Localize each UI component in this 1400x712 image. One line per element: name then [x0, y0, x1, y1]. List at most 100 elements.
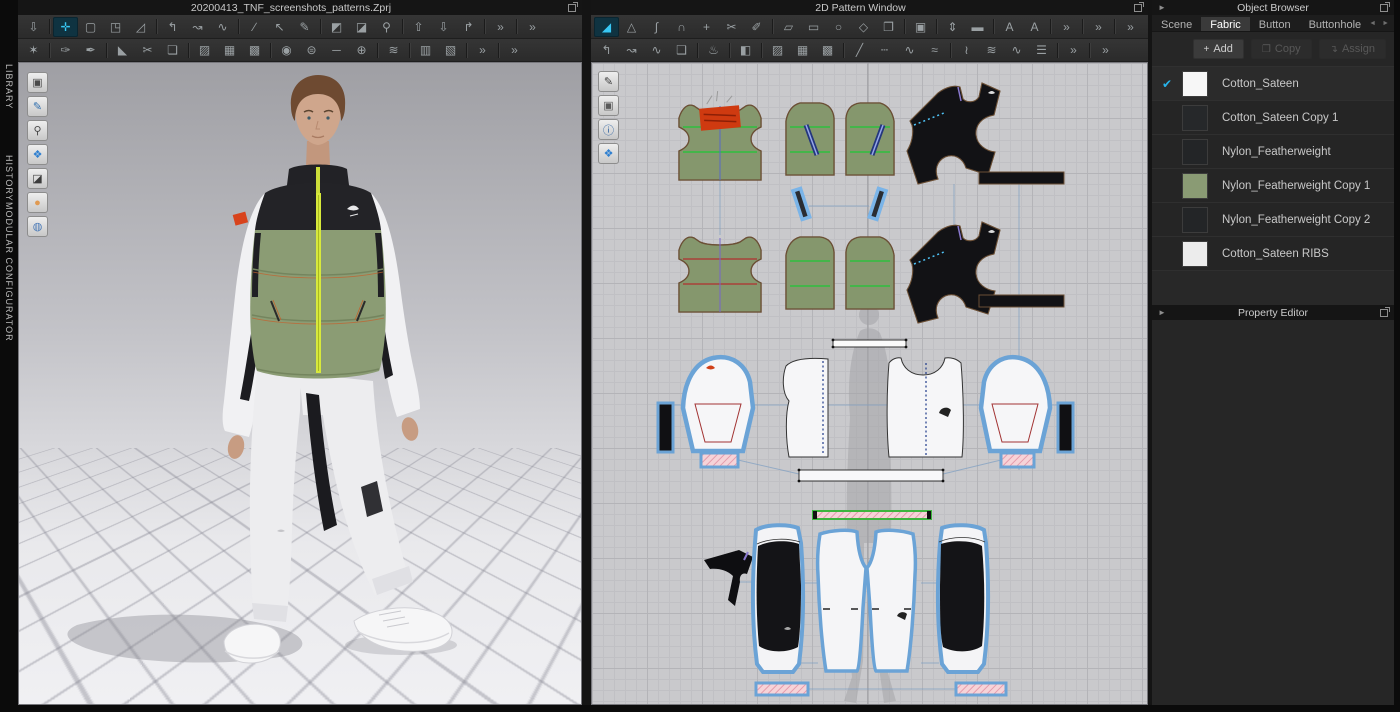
assign-button[interactable]: ↴Assign	[1319, 39, 1386, 59]
rectangle-icon[interactable]: ▭	[801, 17, 826, 37]
pattern-canvas[interactable]: ✎▣ⓘ❖	[591, 62, 1148, 705]
panel-divider[interactable]	[582, 0, 591, 705]
texture-transform-icon[interactable]: ▦	[217, 40, 242, 60]
print-layout-icon[interactable]: ▩	[815, 40, 840, 60]
transform-pattern-icon[interactable]: ◳	[103, 17, 128, 37]
overflow-icon[interactable]: »	[1061, 40, 1086, 60]
edit-curvature-icon[interactable]: ∫	[644, 17, 669, 37]
text-tool-icon[interactable]: A	[997, 17, 1022, 37]
fabric-roll-icon[interactable]: ▧	[438, 40, 463, 60]
tab-scroll-right-icon[interactable]: ►	[1379, 20, 1392, 27]
cut-sew-icon[interactable]: ✂	[719, 17, 744, 37]
topstitch-wave-icon[interactable]: ∿	[897, 40, 922, 60]
fabric-measure-icon[interactable]: ▥	[413, 40, 438, 60]
dock-pin-icon[interactable]: ►	[1158, 3, 1166, 12]
fabric-item[interactable]: Nylon_Featherweight	[1152, 135, 1394, 169]
show-avatar-icon[interactable]: ⚲	[27, 120, 48, 141]
trace-icon[interactable]: ❐	[876, 17, 901, 37]
refold-icon[interactable]: ◪	[349, 17, 374, 37]
font-tool-icon[interactable]: A	[1022, 17, 1047, 37]
topstitch-free-icon[interactable]: ≈	[922, 40, 947, 60]
print-layout-icon[interactable]: ▩	[242, 40, 267, 60]
select-rectangle-icon[interactable]: ▢	[78, 17, 103, 37]
avatar-3d[interactable]	[19, 63, 581, 704]
overflow-icon[interactable]: »	[1054, 17, 1079, 37]
rail-tab[interactable]: MODULAR CONFIGURATOR	[4, 202, 14, 342]
texture-edit-icon[interactable]: ▨	[192, 40, 217, 60]
texture-pattern-icon[interactable]: ▦	[790, 40, 815, 60]
sew-paste-icon[interactable]: ❑	[669, 40, 694, 60]
fabric-item[interactable]: Nylon_Featherweight Copy 1	[1152, 169, 1394, 203]
dock-pin-icon[interactable]: ►	[1158, 308, 1166, 317]
show-pattern-icon[interactable]: ❖	[27, 144, 48, 165]
popout-window-icon[interactable]	[1134, 4, 1142, 12]
copy-button[interactable]: ❐Copy	[1251, 39, 1312, 59]
transform-pattern-icon[interactable]: ◢	[594, 17, 619, 37]
elastic-wave-icon[interactable]: ∿	[1004, 40, 1029, 60]
overflow-icon[interactable]: »	[502, 40, 527, 60]
tack-on-avatar-icon[interactable]: ↖	[267, 17, 292, 37]
topstitch-line-icon[interactable]: ╱	[847, 40, 872, 60]
rail-tab[interactable]: HISTORY	[4, 155, 14, 202]
avatar-display-icon[interactable]: ●	[27, 192, 48, 213]
edit-curve-point-icon[interactable]: ∩	[669, 17, 694, 37]
garment-load-icon[interactable]: ⇧	[406, 17, 431, 37]
attach-button-icon[interactable]: ⊕	[349, 40, 374, 60]
select-move-icon[interactable]: ✛	[53, 17, 78, 37]
pin-needle-icon[interactable]: ✑	[53, 40, 78, 60]
fabric-item[interactable]: Cotton_Sateen RIBS	[1152, 237, 1394, 271]
garment-add-icon[interactable]: ↱	[456, 17, 481, 37]
fabric-item[interactable]: ✔ Cotton_Sateen	[1152, 67, 1394, 101]
sewing-edit-icon[interactable]: ✎	[292, 17, 317, 37]
edit-pattern-icon[interactable]: △	[619, 17, 644, 37]
measure-icon[interactable]: ▬	[965, 17, 990, 37]
shirring-icon[interactable]: ≀	[954, 40, 979, 60]
popout-window-icon[interactable]	[1380, 4, 1388, 12]
dart-cut-icon[interactable]: ✂	[135, 40, 160, 60]
pattern-flip-icon[interactable]: ◿	[128, 17, 153, 37]
sew-segment-icon[interactable]: ↰	[160, 17, 185, 37]
overflow-icon[interactable]: »	[488, 17, 513, 37]
popout-window-icon[interactable]	[1380, 309, 1388, 317]
seam-line-icon[interactable]: ─	[324, 40, 349, 60]
show-seam-icon[interactable]: ◪	[27, 168, 48, 189]
fabric-item[interactable]: Cotton_Sateen Copy 1	[1152, 101, 1394, 135]
add-button[interactable]: +Add	[1193, 39, 1244, 59]
show-sewing-icon[interactable]: ✎	[27, 96, 48, 117]
show-garment-icon[interactable]: ▣	[27, 72, 48, 93]
sew-free-icon[interactable]: ↝	[185, 17, 210, 37]
dart-icon[interactable]: ◣	[110, 40, 135, 60]
overflow-icon[interactable]: »	[1118, 17, 1143, 37]
elastic-icon[interactable]: ≋	[979, 40, 1004, 60]
zipper-icon[interactable]: ≋	[381, 40, 406, 60]
pattern-pieces[interactable]	[592, 63, 1147, 704]
sew-segment-icon[interactable]: ↰	[594, 40, 619, 60]
avatar-fit-icon[interactable]: ⚲	[374, 17, 399, 37]
texture-edit-icon[interactable]: ▨	[765, 40, 790, 60]
overflow-icon[interactable]: »	[470, 40, 495, 60]
polygon-icon[interactable]: ▱	[776, 17, 801, 37]
buttonhole-icon[interactable]: ⊜	[299, 40, 324, 60]
pin-icon[interactable]: ∕	[242, 17, 267, 37]
show-topstitch-icon[interactable]: ✎	[598, 71, 619, 92]
rail-tab[interactable]: LIBRARY	[4, 64, 14, 109]
sew-mn-icon[interactable]: ∿	[644, 40, 669, 60]
add-point-icon[interactable]: +	[694, 17, 719, 37]
cloth-texture-icon[interactable]: ▣	[908, 17, 933, 37]
dart-icon[interactable]: ◇	[851, 17, 876, 37]
pen-icon[interactable]: ✐	[744, 17, 769, 37]
sew-mn-icon[interactable]: ∿	[210, 17, 235, 37]
tab-fabric[interactable]: Fabric	[1201, 17, 1250, 32]
tab-scene[interactable]: Scene	[1152, 17, 1201, 32]
tab-button[interactable]: Button	[1250, 17, 1300, 32]
fabric-item[interactable]: Nylon_Featherweight Copy 2	[1152, 203, 1394, 237]
popout-window-icon[interactable]	[568, 4, 576, 12]
show-silhouette-icon[interactable]: ▣	[598, 95, 619, 116]
sew-free-icon[interactable]: ↝	[619, 40, 644, 60]
avatar-pose-icon[interactable]: ✶	[21, 40, 46, 60]
circle-icon[interactable]: ○	[826, 17, 851, 37]
show-info-icon[interactable]: ⓘ	[598, 119, 619, 140]
simulate-icon[interactable]: ⇩	[21, 17, 46, 37]
tab-scroll-left-icon[interactable]: ◄	[1366, 20, 1379, 27]
overflow-icon[interactable]: »	[1086, 17, 1111, 37]
